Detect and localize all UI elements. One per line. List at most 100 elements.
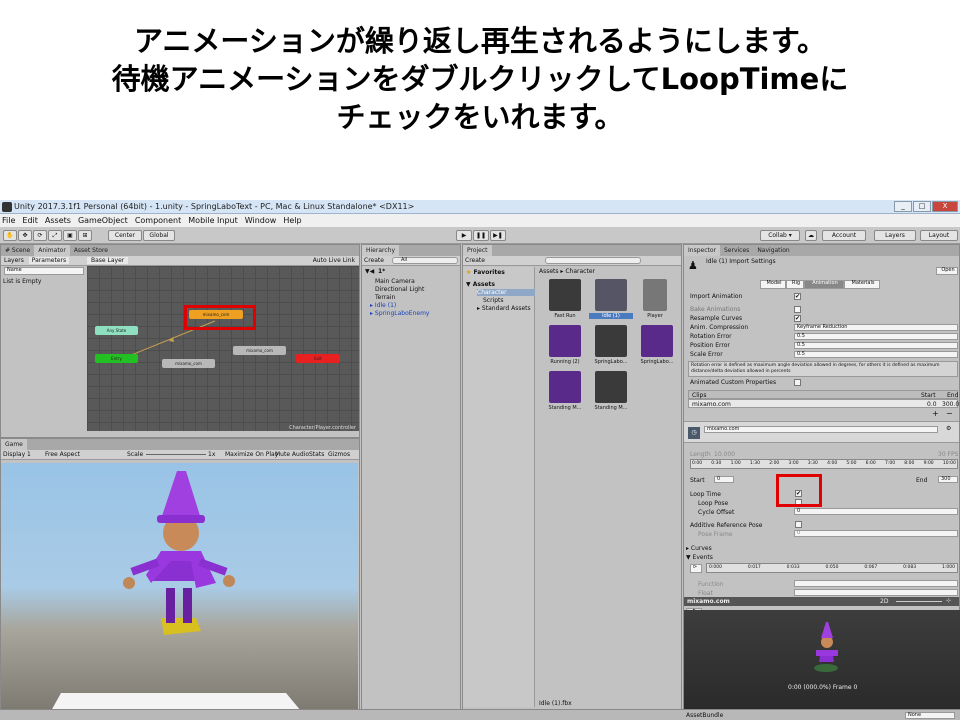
animator-graph[interactable]: mixamo_com Any State Entry mixamo_com mi…: [87, 266, 359, 431]
asset-thumbnail[interactable]: [549, 325, 581, 357]
scene-root[interactable]: 1*: [378, 268, 385, 275]
close-button[interactable]: X: [932, 201, 958, 212]
cloud-icon[interactable]: ☁: [805, 230, 817, 241]
asset-thumbnail[interactable]: [549, 279, 581, 311]
minimize-button[interactable]: _: [894, 201, 912, 212]
tab-game[interactable]: Game: [1, 439, 27, 450]
menu-gameobject[interactable]: GameObject: [78, 216, 128, 225]
asset-thumbnail[interactable]: [641, 325, 673, 357]
open-button[interactable]: Open: [936, 267, 958, 275]
tab-hierarchy[interactable]: Hierarchy: [362, 245, 400, 256]
assets-folder[interactable]: ▼ Assets: [466, 281, 495, 288]
step-icon[interactable]: ▶❚: [490, 230, 506, 241]
layout-dropdown[interactable]: Layout: [920, 230, 958, 241]
hierarchy-item[interactable]: Directional Light: [375, 286, 424, 293]
parameter-search-input[interactable]: Name: [4, 267, 84, 275]
rotate-tool-icon[interactable]: ⟳: [33, 230, 47, 241]
clip-settings-gear-icon[interactable]: ⚙: [946, 425, 951, 432]
events-foldout[interactable]: ▼ Events: [686, 554, 713, 561]
menu-mobile-input[interactable]: Mobile Input: [188, 216, 238, 225]
preview-settings-icon[interactable]: ⊹: [946, 597, 951, 604]
clip-name-input[interactable]: mixamo.com: [704, 426, 938, 433]
hierarchy-item[interactable]: ▸ SpringLaboEnemy: [370, 310, 429, 317]
state-any-state[interactable]: Any State: [95, 326, 138, 335]
display-dropdown[interactable]: Display 1: [3, 450, 31, 459]
hierarchy-search-input[interactable]: All: [392, 257, 458, 264]
favorites-folder[interactable]: ★ Favorites: [466, 269, 505, 276]
tab-scene[interactable]: # Scene: [1, 245, 34, 256]
state-mixamo-2[interactable]: mixamo_com: [233, 346, 286, 355]
end-input[interactable]: 300: [938, 476, 958, 483]
preview-speed-slider[interactable]: [896, 601, 942, 602]
tab-navigation[interactable]: Navigation: [753, 245, 793, 256]
tab-animator[interactable]: Animator: [34, 245, 70, 256]
project-create-button[interactable]: Create: [465, 256, 485, 265]
folder-character[interactable]: Character: [477, 289, 535, 296]
collab-button[interactable]: Collab ▾: [760, 230, 800, 241]
transform-tool-icon[interactable]: ⊞: [78, 230, 92, 241]
state-mixamo-1[interactable]: mixamo_com: [162, 359, 215, 368]
tab-layers[interactable]: Layers: [1, 257, 27, 264]
tab-parameters[interactable]: Parameters: [28, 257, 70, 264]
scale-tool-icon[interactable]: ⤢: [48, 230, 62, 241]
project-search-input[interactable]: [545, 257, 641, 264]
subtab-animation[interactable]: Animation: [804, 280, 844, 289]
menu-window[interactable]: Window: [245, 216, 277, 225]
subtab-model[interactable]: Model: [760, 280, 786, 289]
import-animation-checkbox[interactable]: ✔: [794, 293, 801, 300]
account-button[interactable]: Account: [822, 230, 866, 241]
float-input[interactable]: [794, 589, 958, 596]
hierarchy-create-button[interactable]: Create: [364, 256, 384, 265]
animation-preview-viewport[interactable]: 0:00 (000.0%) Frame 0: [684, 610, 960, 710]
clip-row[interactable]: mixamo.com 0.0 300.0: [688, 399, 959, 408]
resample-curves-checkbox[interactable]: ✔: [794, 315, 801, 322]
state-entry[interactable]: Entry: [95, 354, 138, 363]
pivot-global-button[interactable]: Global: [143, 230, 175, 241]
hierarchy-item[interactable]: Main Camera: [375, 278, 415, 285]
aspect-dropdown[interactable]: Free Aspect: [45, 450, 80, 459]
maximize-button[interactable]: □: [913, 201, 931, 212]
cycle-offset-input[interactable]: 0: [794, 508, 958, 515]
remove-clip-icon[interactable]: −: [946, 409, 953, 418]
auto-live-link-button[interactable]: Auto Live Link: [313, 256, 355, 265]
anim-compression-dropdown[interactable]: Keyframe Reduction: [794, 324, 958, 331]
tab-asset-store[interactable]: Asset Store: [70, 245, 112, 256]
bake-animations-checkbox[interactable]: [794, 306, 801, 313]
gizmos-dropdown[interactable]: Gizmos: [328, 450, 350, 459]
play-icon[interactable]: ▶: [456, 230, 472, 241]
asset-thumbnail-selected[interactable]: [595, 279, 627, 311]
game-view[interactable]: [1, 463, 358, 709]
asset-thumbnail[interactable]: [595, 371, 627, 403]
hand-tool-icon[interactable]: ✋: [3, 230, 17, 241]
subtab-rig[interactable]: Rig: [786, 280, 804, 289]
timeline-ruler[interactable]: 0:00 0:30 1:00 1:30 2:00 3:00 3:30 4:00 …: [690, 459, 958, 469]
tab-inspector[interactable]: Inspector: [684, 245, 720, 256]
asset-thumbnail[interactable]: [595, 325, 627, 357]
layers-dropdown[interactable]: Layers: [874, 230, 916, 241]
pose-frame-input[interactable]: 0: [794, 530, 958, 537]
curves-foldout[interactable]: ▸ Curves: [686, 545, 712, 552]
animated-custom-checkbox[interactable]: [794, 379, 801, 386]
menu-edit[interactable]: Edit: [22, 216, 38, 225]
rect-tool-icon[interactable]: ▣: [63, 230, 77, 241]
add-event-icon[interactable]: ⊳: [690, 564, 702, 573]
maximize-on-play-toggle[interactable]: Maximize On Play: [225, 450, 278, 459]
move-tool-icon[interactable]: ✥: [18, 230, 32, 241]
scale-error-input[interactable]: 0.5: [794, 351, 958, 358]
hierarchy-item[interactable]: ▸ Idle (1): [370, 302, 396, 309]
state-exit[interactable]: Exit: [296, 354, 340, 363]
menu-assets[interactable]: Assets: [45, 216, 71, 225]
menu-help[interactable]: Help: [283, 216, 301, 225]
rotation-error-input[interactable]: 0.5: [794, 333, 958, 340]
hierarchy-item[interactable]: Terrain: [375, 294, 395, 301]
folder-standard-assets[interactable]: ▸ Standard Assets: [477, 305, 531, 312]
menu-file[interactable]: File: [2, 216, 15, 225]
tab-project[interactable]: Project: [463, 245, 492, 256]
menu-component[interactable]: Component: [135, 216, 181, 225]
asset-thumbnail[interactable]: [643, 279, 667, 311]
position-error-input[interactable]: 0.5: [794, 342, 958, 349]
folder-scripts[interactable]: Scripts: [483, 297, 504, 304]
asset-thumbnail[interactable]: [549, 371, 581, 403]
project-breadcrumb[interactable]: Assets ▸ Character: [539, 268, 595, 275]
assetbundle-dropdown[interactable]: None: [905, 712, 955, 719]
